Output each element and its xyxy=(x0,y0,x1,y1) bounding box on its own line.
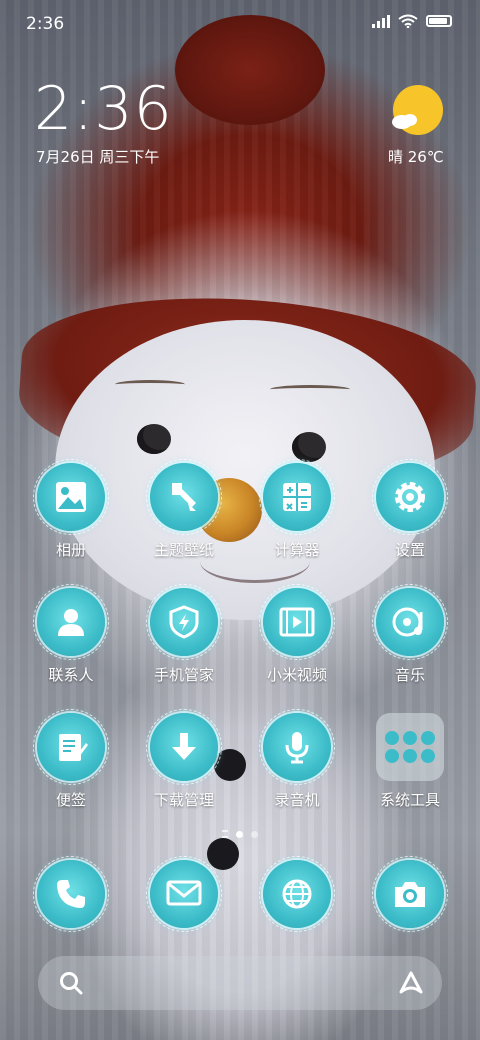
browser-icon xyxy=(259,856,335,932)
app-calculator[interactable]: 计算器 xyxy=(242,459,352,560)
app-gallery[interactable]: 相册 xyxy=(16,459,126,560)
app-music[interactable]: 音乐 xyxy=(355,584,465,685)
camera-icon xyxy=(372,856,448,932)
app-label: 联系人 xyxy=(48,666,94,684)
weather-text[interactable]: 晴 26℃ xyxy=(388,146,444,167)
app-downloads[interactable]: 下载管理 xyxy=(129,709,239,810)
wallpaper-brow-left xyxy=(115,380,185,389)
wallpaper-brow-right xyxy=(270,385,350,394)
app-label: 音乐 xyxy=(394,666,425,684)
app-label: 录音机 xyxy=(274,791,320,809)
app-label: 下载管理 xyxy=(153,791,214,809)
contacts-icon xyxy=(33,584,109,660)
app-recorder[interactable]: 录音机 xyxy=(242,709,352,810)
app-folder-system-tools[interactable]: 系统工具 xyxy=(355,713,465,810)
music-icon xyxy=(372,584,448,660)
video-icon xyxy=(259,584,335,660)
download-icon xyxy=(146,709,222,785)
app-label: 小米视频 xyxy=(266,666,327,684)
page-indicator-menu xyxy=(222,830,228,838)
app-contacts[interactable]: 联系人 xyxy=(16,584,126,685)
battery-icon xyxy=(426,15,452,27)
signal-icon xyxy=(372,14,390,28)
wallpaper-eye-left xyxy=(137,424,171,454)
microphone-icon xyxy=(259,709,335,785)
dock-camera[interactable] xyxy=(355,856,465,932)
search-bar[interactable] xyxy=(38,956,442,1010)
calculator-icon xyxy=(259,459,335,535)
message-icon xyxy=(146,856,222,932)
notes-icon xyxy=(33,709,109,785)
security-shield-icon xyxy=(146,584,222,660)
folder-icon xyxy=(376,713,444,781)
app-label: 主题壁纸 xyxy=(153,541,214,559)
page-dot xyxy=(251,830,258,838)
dock-browser[interactable] xyxy=(242,856,352,932)
wallpaper-eye-right xyxy=(292,432,326,462)
app-themes[interactable]: 主题壁纸 xyxy=(129,459,239,560)
app-label: 设置 xyxy=(394,541,425,559)
page-dot-active xyxy=(236,830,243,838)
status-icons xyxy=(372,14,452,28)
dock-phone[interactable] xyxy=(16,856,126,932)
status-time: 2:36 xyxy=(26,14,65,34)
gear-icon xyxy=(372,459,448,535)
app-label: 计算器 xyxy=(274,541,320,559)
gallery-icon xyxy=(33,459,109,535)
themes-brush-icon xyxy=(146,459,222,535)
app-label: 系统工具 xyxy=(379,791,440,809)
status-bar: 2:36 xyxy=(0,0,480,48)
dock-messages[interactable] xyxy=(129,856,239,932)
wifi-icon xyxy=(398,14,418,28)
app-notes[interactable]: 便签 xyxy=(16,709,126,810)
assistant-icon[interactable] xyxy=(398,970,424,996)
app-settings[interactable]: 设置 xyxy=(355,459,465,560)
app-security[interactable]: 手机管家 xyxy=(129,584,239,685)
clock-widget-time[interactable]: 2:36 xyxy=(34,74,173,144)
phone-icon xyxy=(33,856,109,932)
app-label: 便签 xyxy=(55,791,86,809)
search-icon[interactable] xyxy=(58,970,84,996)
app-label: 手机管家 xyxy=(153,666,214,684)
folder-preview-grid xyxy=(385,731,435,763)
app-label: 相册 xyxy=(55,541,86,559)
app-video[interactable]: 小米视频 xyxy=(242,584,352,685)
clock-widget-date[interactable]: 7月26日 周三下午 xyxy=(36,146,159,167)
sun-cloud-icon[interactable] xyxy=(388,84,444,140)
page-indicator[interactable] xyxy=(0,830,480,838)
